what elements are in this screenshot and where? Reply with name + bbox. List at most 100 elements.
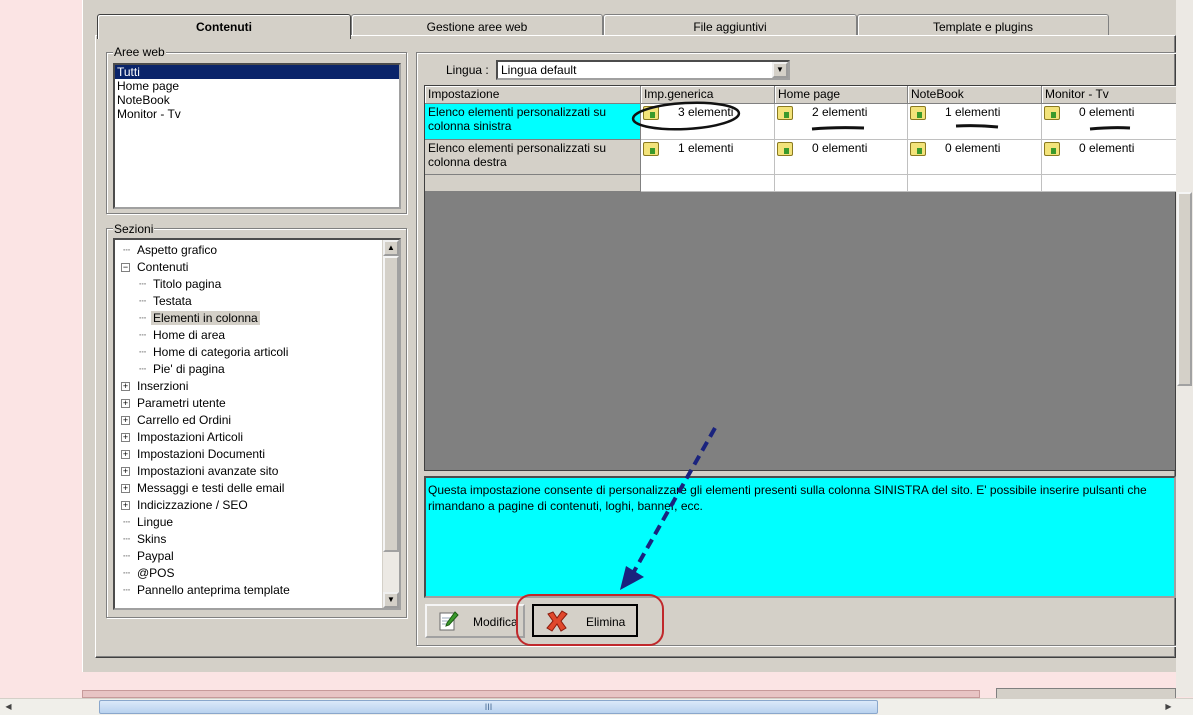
folder-icon: [643, 142, 659, 156]
folder-icon: [910, 106, 926, 120]
chevron-down-icon[interactable]: ▼: [772, 62, 788, 78]
tree-item-label: Elementi in colonna: [151, 311, 260, 325]
tree-item[interactable]: ┄ Aspetto grafico: [115, 242, 383, 259]
page-scrollbar-horizontal[interactable]: ◀ III ▶: [0, 698, 1193, 715]
expand-plus-icon[interactable]: +: [121, 433, 130, 442]
tab-label: Gestione aree web: [426, 20, 528, 34]
cell-r2-home-page[interactable]: 0 elementi: [775, 140, 908, 175]
cell-r1-notebook[interactable]: 1 elementi: [908, 104, 1042, 140]
collapse-minus-icon[interactable]: −: [121, 263, 130, 272]
tree-item-label: @POS: [137, 566, 175, 580]
tree-item[interactable]: ┄ Testata: [115, 293, 383, 310]
tree-item[interactable]: + Indicizzazione / SEO: [115, 497, 383, 514]
list-item-tutti[interactable]: Tutti: [115, 65, 399, 79]
tree-connector-line: ┄: [139, 328, 147, 342]
tree-item[interactable]: + Messaggi e testi delle email: [115, 480, 383, 497]
cell-value: 1 elementi: [945, 105, 1001, 119]
tree-connector-line: ┄: [139, 277, 147, 291]
cell-empty[interactable]: [1042, 175, 1177, 192]
col-header-imp-generica[interactable]: Imp.generica: [641, 86, 775, 104]
tree-item[interactable]: ┄ Paypal: [115, 548, 383, 565]
expand-plus-icon[interactable]: +: [121, 399, 130, 408]
cell-value: 0 elementi: [1079, 141, 1135, 155]
tree-connector-line: ┄: [123, 549, 131, 563]
page-scroll-thumb[interactable]: [1177, 192, 1192, 386]
tree-item[interactable]: + Impostazioni Articoli: [115, 429, 383, 446]
cell-empty[interactable]: [775, 175, 908, 192]
tree-item[interactable]: ┄ Lingue: [115, 514, 383, 531]
folder-icon: [643, 106, 659, 120]
lingua-label: Lingua :: [446, 63, 489, 77]
expand-plus-icon[interactable]: +: [121, 467, 130, 476]
row-label-colonna-destra[interactable]: Elenco elementi personalizzati su colonn…: [425, 140, 641, 175]
col-header-impostazione[interactable]: Impostazione: [425, 86, 641, 104]
sezioni-tree[interactable]: ┄ Aspetto grafico − Contenuti ┄ Titolo pagina…: [113, 238, 401, 610]
tree-connector-line: ┄: [123, 566, 131, 580]
tree-item[interactable]: ┄ Elementi in colonna: [115, 310, 383, 327]
cell-r2-monitor-tv[interactable]: 0 elementi: [1042, 140, 1177, 175]
expand-plus-icon[interactable]: +: [121, 416, 130, 425]
scroll-left-button[interactable]: ◀: [0, 699, 17, 715]
expand-plus-icon[interactable]: +: [121, 501, 130, 510]
cell-value: 0 elementi: [945, 141, 1001, 155]
expand-plus-icon[interactable]: +: [121, 484, 130, 493]
tree-item[interactable]: ┄ Skins: [115, 531, 383, 548]
cell-r1-monitor-tv[interactable]: 0 elementi: [1042, 104, 1177, 140]
sezioni-title: Sezioni: [113, 222, 155, 236]
tree-connector-line: ┄: [123, 532, 131, 546]
scroll-up-button[interactable]: ▲: [383, 240, 399, 256]
tree-item[interactable]: + Inserzioni: [115, 378, 383, 395]
tree-item[interactable]: ┄ @POS: [115, 565, 383, 582]
tree-item-label: Parametri utente: [137, 396, 226, 410]
tree-item[interactable]: ┄ Pannello anteprima template: [115, 582, 383, 599]
lingua-select[interactable]: Lingua default ▼: [496, 60, 790, 80]
lingua-value: Lingua default: [501, 63, 577, 77]
cell-r2-imp-generica[interactable]: 1 elementi: [641, 140, 775, 175]
tree-item[interactable]: − Contenuti: [115, 259, 383, 276]
tree-item-label: Contenuti: [137, 260, 189, 274]
tree-item-label: Home di categoria articoli: [153, 345, 289, 359]
elimina-label: Elimina: [586, 615, 626, 629]
elimina-button[interactable]: Elimina: [532, 604, 638, 637]
tree-item-label: Messaggi e testi delle email: [137, 481, 285, 495]
tree-connector-line: ┄: [123, 243, 131, 257]
row-label-colonna-sinistra[interactable]: Elenco elementi personalizzati su colonn…: [425, 104, 641, 140]
tree-item-label: Titolo pagina: [153, 277, 222, 291]
tree-scrollbar[interactable]: ▲ ▼: [382, 240, 399, 608]
col-header-notebook[interactable]: NoteBook: [908, 86, 1042, 104]
tree-connector-line: ┄: [123, 515, 131, 529]
tree-item[interactable]: + Impostazioni Documenti: [115, 446, 383, 463]
tab-contenuti[interactable]: Contenuti: [97, 14, 351, 39]
scroll-thumb[interactable]: [383, 256, 399, 552]
col-header-home-page[interactable]: Home page: [775, 86, 908, 104]
cell-empty[interactable]: [641, 175, 775, 192]
row-label-empty[interactable]: [425, 175, 641, 192]
list-item-notebook[interactable]: NoteBook: [115, 93, 399, 107]
aree-web-list[interactable]: Tutti Home page NoteBook Monitor - Tv: [113, 63, 401, 209]
expand-plus-icon[interactable]: +: [121, 382, 130, 391]
modifica-button[interactable]: Modifica: [425, 604, 525, 638]
cell-r2-notebook[interactable]: 0 elementi: [908, 140, 1042, 175]
tree-item[interactable]: ┄ Pie' di pagina: [115, 361, 383, 378]
list-item-monitor-tv[interactable]: Monitor - Tv: [115, 107, 399, 121]
list-item-home-page[interactable]: Home page: [115, 79, 399, 93]
tree-item[interactable]: ┄ Home di area: [115, 327, 383, 344]
description-text: Questa impostazione consente di personal…: [428, 483, 1147, 513]
scroll-right-button[interactable]: ▶: [1160, 699, 1177, 715]
expand-plus-icon[interactable]: +: [121, 450, 130, 459]
tree-item[interactable]: + Impostazioni avanzate sito: [115, 463, 383, 480]
tree-item[interactable]: ┄ Titolo pagina: [115, 276, 383, 293]
tree-item[interactable]: + Carrello ed Ordini: [115, 412, 383, 429]
page-scrollbar-vertical[interactable]: [1176, 0, 1193, 697]
tree-item[interactable]: ┄ Home di categoria articoli: [115, 344, 383, 361]
tree-connector-line: ┄: [123, 583, 131, 597]
scroll-down-button[interactable]: ▼: [383, 592, 399, 608]
cell-r1-imp-generica[interactable]: 3 elementi: [641, 104, 775, 140]
tree-item-label: Pannello anteprima template: [137, 583, 290, 597]
cell-r1-home-page[interactable]: 2 elementi: [775, 104, 908, 140]
cell-empty[interactable]: [908, 175, 1042, 192]
tree-item[interactable]: + Parametri utente: [115, 395, 383, 412]
col-header-monitor-tv[interactable]: Monitor - Tv: [1042, 86, 1177, 104]
horizontal-scroll-thumb[interactable]: III: [99, 700, 878, 714]
tree-item-label: Impostazioni Documenti: [137, 447, 266, 461]
